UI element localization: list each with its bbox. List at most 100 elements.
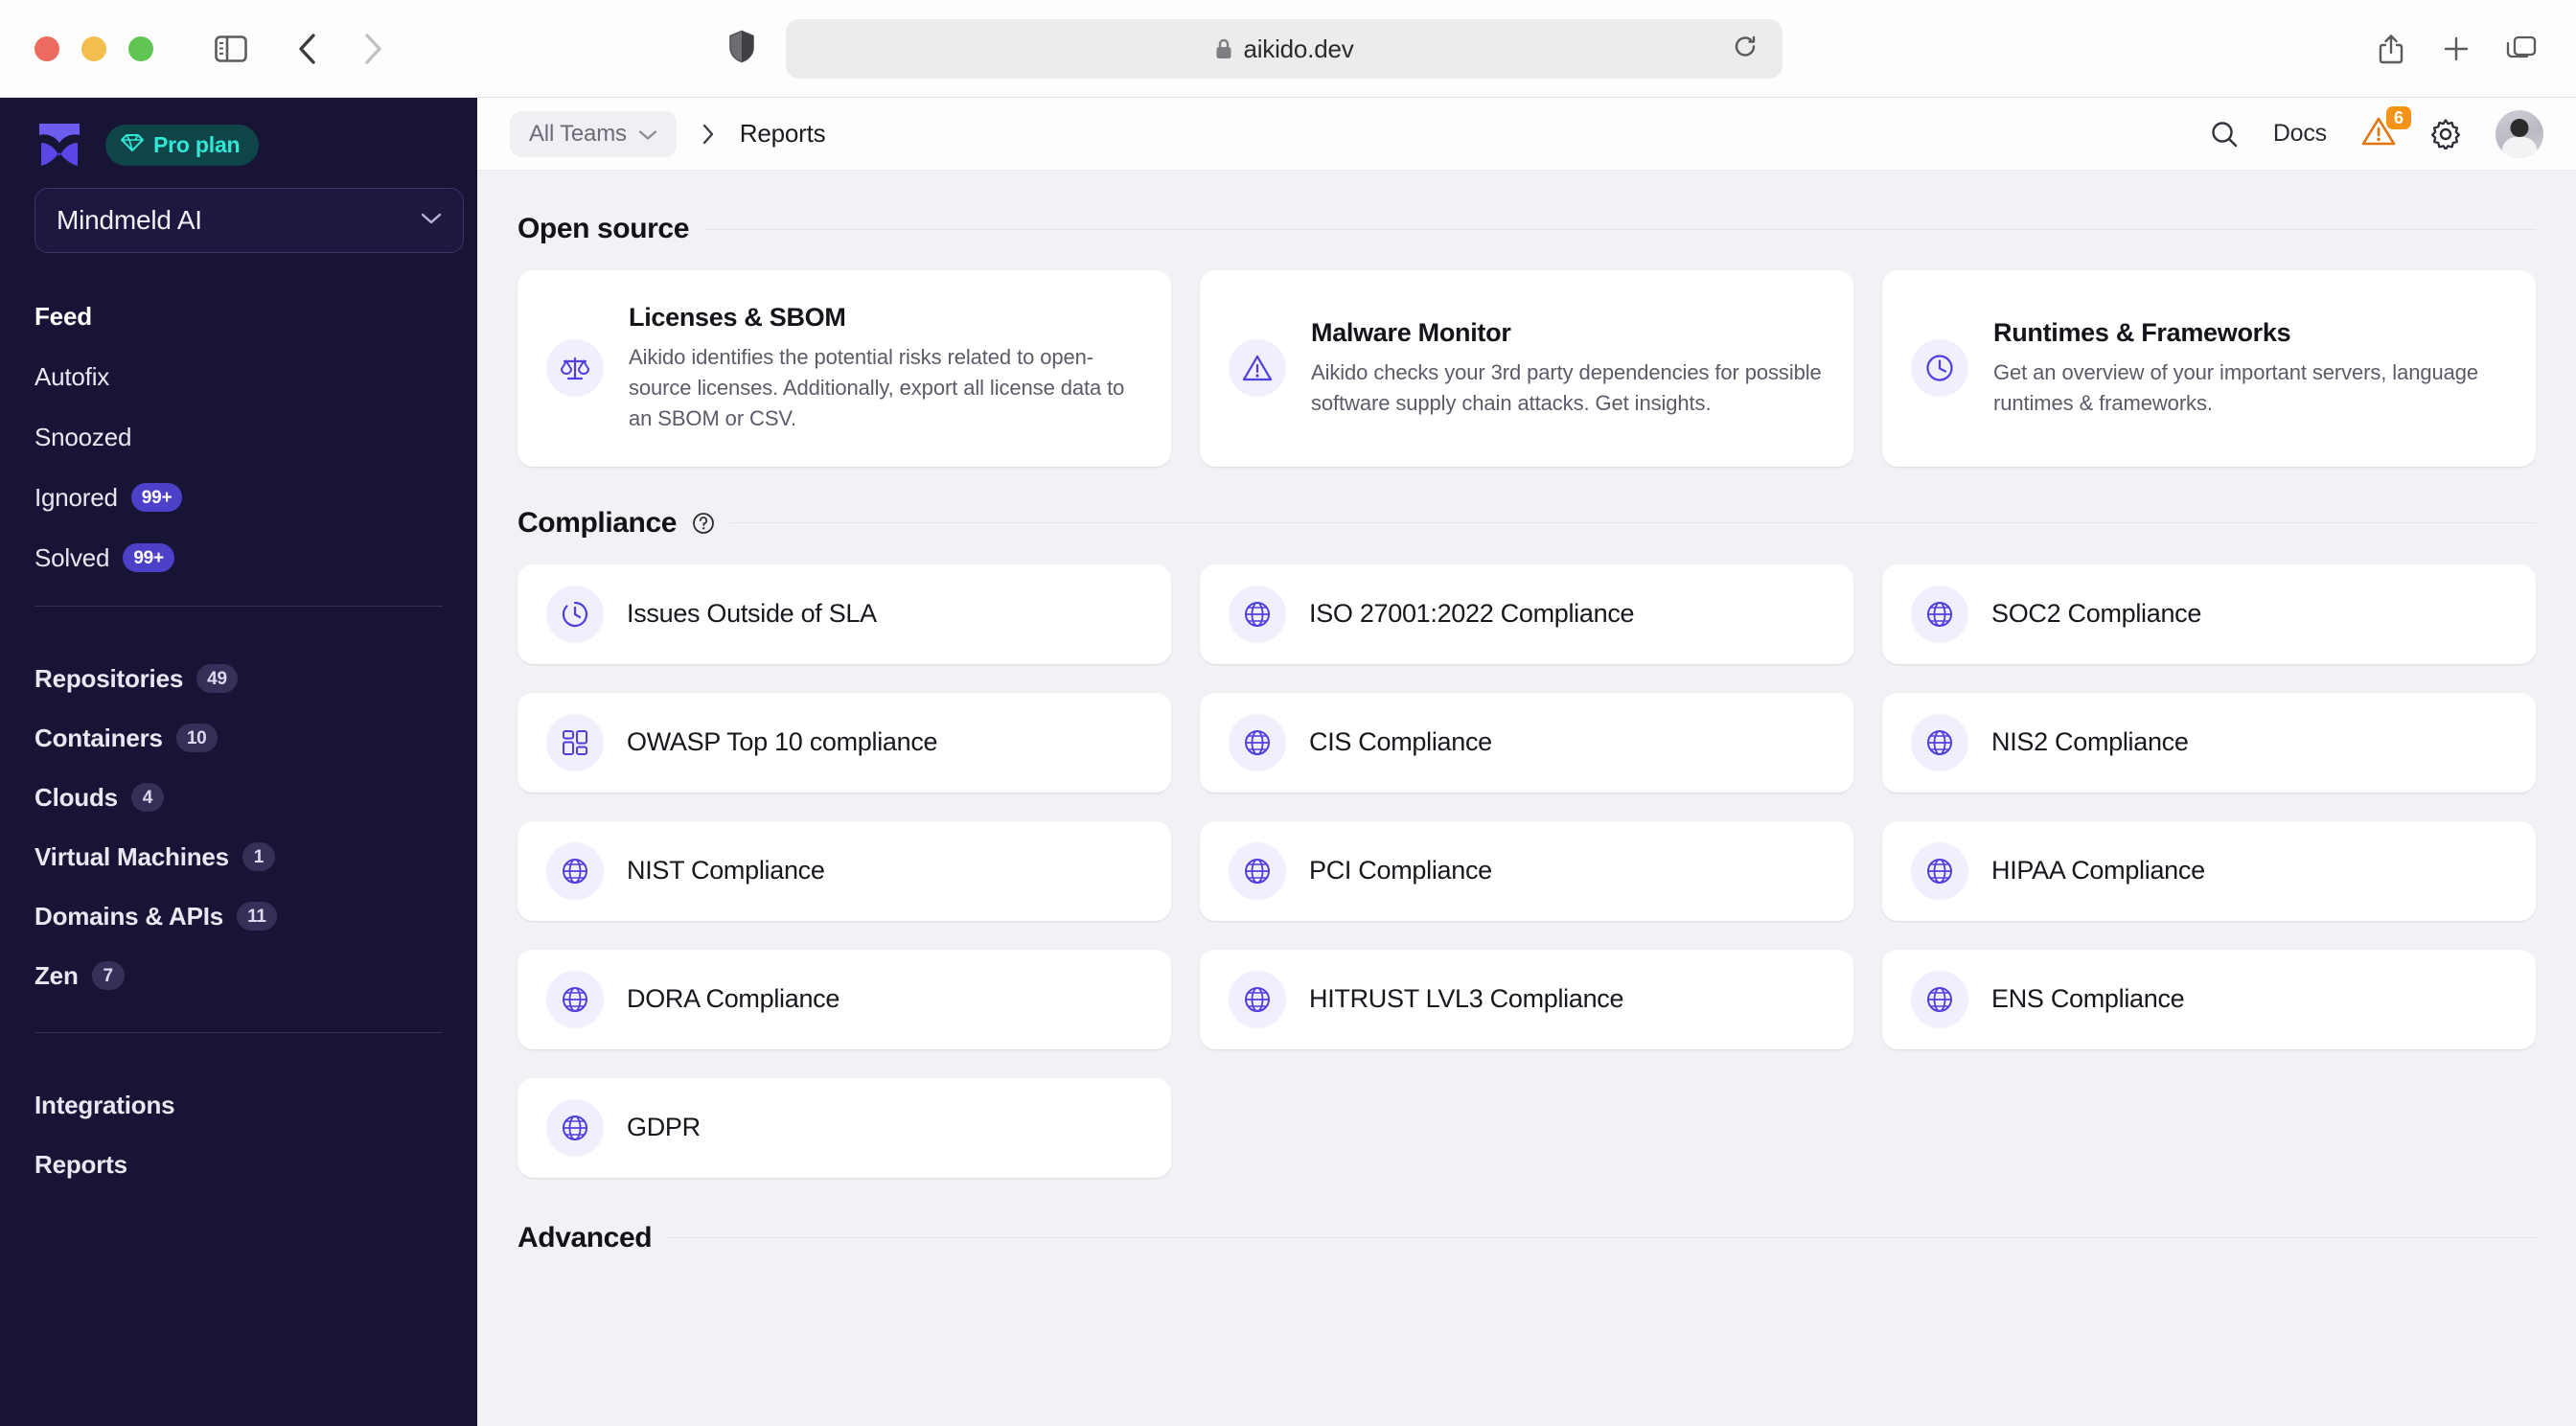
clock-icon	[1911, 339, 1968, 398]
breadcrumb-current: Reports	[739, 119, 826, 148]
card-description: Get an overview of your important server…	[1993, 359, 2479, 415]
card-malware-monitor[interactable]: Malware Monitor Aikido checks your 3rd p…	[1200, 270, 1853, 467]
card-title: Licenses & SBOM	[629, 303, 846, 332]
plan-badge[interactable]: Pro plan	[105, 124, 260, 166]
back-arrow-icon[interactable]	[282, 23, 334, 75]
close-window-button[interactable]	[34, 35, 59, 61]
address-bar[interactable]: aikido.dev	[786, 19, 1782, 79]
sidebar-item-ignored[interactable]: Ignored 99+	[34, 476, 443, 518]
globe-icon	[1229, 970, 1286, 1028]
card-hipaa[interactable]: HIPAA Compliance	[1882, 820, 2536, 921]
sidebar-header: Pro plan	[34, 98, 443, 172]
card-pci[interactable]: PCI Compliance	[1200, 820, 1853, 921]
sidebar-item-solved[interactable]: Solved 99+	[34, 537, 443, 579]
sidebar-item-autofix[interactable]: Autofix	[34, 356, 443, 398]
card-title: HITRUST LVL3 Compliance	[1309, 984, 1624, 1014]
browser-chrome: aikido.dev	[0, 0, 2576, 98]
tab-overview-icon[interactable]	[2496, 23, 2547, 75]
sidebar-item-feed[interactable]: Feed	[34, 295, 443, 337]
sidebar-item-label: Snoozed	[34, 422, 132, 451]
card-nist[interactable]: NIST Compliance	[518, 820, 1171, 921]
alerts-button[interactable]: 6	[2361, 106, 2412, 151]
timer-icon	[546, 585, 604, 643]
card-iso-27001[interactable]: ISO 27001:2022 Compliance	[1200, 564, 1853, 664]
sidebar-item-label: Integrations	[34, 1090, 175, 1119]
sidebar-item-snoozed[interactable]: Snoozed	[34, 416, 443, 458]
team-selector-label: All Teams	[529, 120, 627, 147]
search-icon[interactable]	[2210, 120, 2239, 149]
sidebar-item-reports[interactable]: Reports	[34, 1135, 443, 1194]
shield-icon[interactable]	[728, 30, 755, 67]
help-circle-icon[interactable]	[692, 512, 715, 535]
sidebar-item-label: Autofix	[34, 361, 110, 391]
card-hitrust-lvl3[interactable]: HITRUST LVL3 Compliance	[1200, 949, 1853, 1049]
sidebar-item-domains-apis[interactable]: Domains & APIs 11	[34, 886, 443, 946]
globe-icon	[1911, 970, 1968, 1028]
sidebar-toggle-icon[interactable]	[205, 23, 257, 75]
globe-icon	[1911, 585, 1968, 643]
globe-icon	[1911, 841, 1968, 900]
gear-icon[interactable]	[2430, 118, 2461, 150]
card-dora[interactable]: DORA Compliance	[518, 949, 1171, 1049]
globe-icon	[546, 1098, 604, 1157]
globe-icon	[1229, 713, 1286, 771]
minimize-window-button[interactable]	[81, 35, 106, 61]
sidebar-item-badge: 49	[196, 664, 238, 693]
sidebar-primary-nav: Feed Autofix Snoozed Ignored 99+ Solved …	[34, 295, 443, 579]
avatar-head	[2510, 118, 2529, 137]
team-selector[interactable]: All Teams	[510, 110, 677, 157]
card-licenses-sbom[interactable]: Licenses & SBOM Aikido identifies the po…	[518, 270, 1171, 467]
globe-icon	[1229, 585, 1286, 643]
globe-icon	[546, 970, 604, 1028]
sidebar-item-badge: 99+	[130, 483, 183, 512]
card-title: DORA Compliance	[627, 984, 840, 1014]
browser-navigation	[282, 23, 399, 75]
card-soc2[interactable]: SOC2 Compliance	[1882, 564, 2536, 664]
card-gdpr[interactable]: GDPR	[518, 1077, 1171, 1178]
card-issues-outside-sla[interactable]: Issues Outside of SLA	[518, 564, 1171, 664]
sidebar-item-repositories[interactable]: Repositories 49	[34, 649, 443, 708]
card-ens[interactable]: ENS Compliance	[1882, 949, 2536, 1049]
card-cis[interactable]: CIS Compliance	[1200, 692, 1853, 793]
forward-arrow-icon[interactable]	[347, 23, 399, 75]
card-owasp-top-10[interactable]: OWASP Top 10 compliance	[518, 692, 1171, 793]
card-nis2[interactable]: NIS2 Compliance	[1882, 692, 2536, 793]
aikido-logo-icon[interactable]	[34, 120, 84, 170]
sidebar-item-zen[interactable]: Zen 7	[34, 946, 443, 1005]
card-title: SOC2 Compliance	[1991, 599, 2202, 629]
card-runtimes-frameworks[interactable]: Runtimes & Frameworks Get an overview of…	[1882, 270, 2536, 467]
card-title: ENS Compliance	[1991, 984, 2185, 1014]
organization-selector[interactable]: Mindmeld AI	[34, 188, 464, 253]
reload-icon[interactable]	[1733, 34, 1758, 64]
maximize-window-button[interactable]	[128, 35, 153, 61]
sidebar-item-badge: 11	[237, 902, 277, 931]
card-title: PCI Compliance	[1309, 856, 1492, 886]
avatar[interactable]	[2496, 109, 2543, 158]
share-icon[interactable]	[2365, 23, 2417, 75]
compliance-cards: Issues Outside of SLA ISO 27001:2022 Com…	[518, 564, 2536, 1178]
sidebar-item-badge: 7	[91, 961, 125, 990]
card-title: Issues Outside of SLA	[627, 599, 877, 629]
window-traffic-lights	[34, 35, 153, 61]
globe-icon	[1229, 841, 1286, 900]
card-body: Runtimes & Frameworks Get an overview of…	[1993, 318, 2507, 419]
card-title: CIS Compliance	[1309, 727, 1492, 757]
sidebar-item-integrations[interactable]: Integrations	[34, 1075, 443, 1135]
open-source-cards: Licenses & SBOM Aikido identifies the po…	[518, 270, 2536, 467]
docs-link[interactable]: Docs	[2273, 120, 2327, 148]
sidebar-item-label: Virtual Machines	[34, 841, 229, 871]
plus-icon[interactable]	[2430, 23, 2482, 75]
main-region: All Teams Reports Docs 6 Open source Lic…	[477, 98, 2576, 1426]
section-header-compliance: Compliance	[518, 507, 2536, 540]
chevron-down-icon	[421, 212, 442, 230]
card-title: Malware Monitor	[1311, 317, 1511, 347]
sidebar-item-virtual-machines[interactable]: Virtual Machines 1	[34, 827, 443, 886]
alert-count-badge: 6	[2386, 106, 2412, 129]
sidebar-item-containers[interactable]: Containers 10	[34, 708, 443, 768]
sidebar-item-label: Zen	[34, 960, 79, 990]
card-description: Aikido identifies the potential risks re…	[629, 345, 1125, 430]
sidebar-item-clouds[interactable]: Clouds 4	[34, 768, 443, 827]
